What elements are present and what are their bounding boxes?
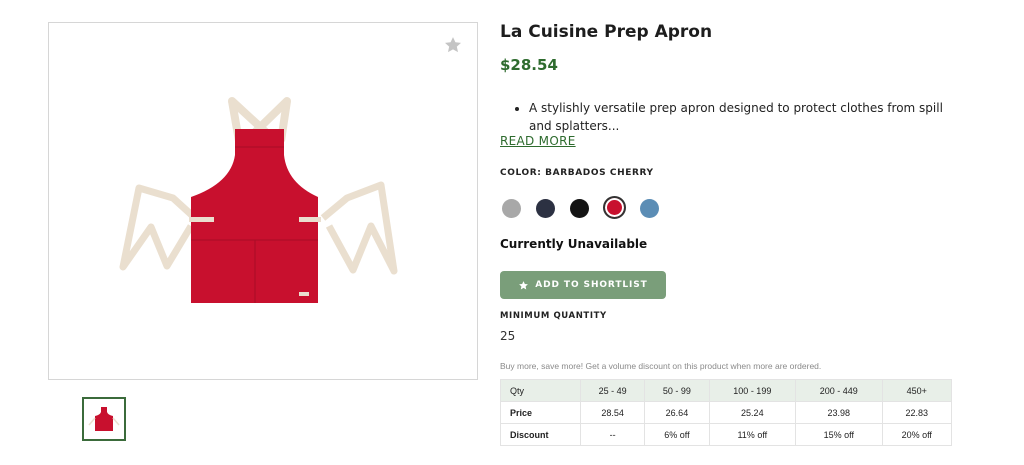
table-cell: 23.98 xyxy=(795,401,883,424)
table-cell: 25.24 xyxy=(708,401,797,424)
color-swatch-list xyxy=(500,196,670,222)
add-to-shortlist-button[interactable]: ADD TO SHORTLIST xyxy=(500,271,666,299)
product-price: $28.54 xyxy=(500,56,558,74)
table-row-discount: Discount -- 6% off 11% off 15% off 20% o… xyxy=(500,423,952,446)
add-to-shortlist-label: ADD TO SHORTLIST xyxy=(535,280,648,290)
product-description: A stylishly versatile prep apron designe… xyxy=(516,99,949,135)
swatch-barbados-cherry[interactable] xyxy=(603,196,626,219)
table-cell: 26.64 xyxy=(644,401,710,424)
table-cell: 28.54 xyxy=(579,401,646,424)
table-cell: 22.83 xyxy=(881,401,952,424)
product-title: La Cuisine Prep Apron xyxy=(500,22,713,42)
table-cell: 6% off xyxy=(644,423,710,446)
description-bullet: A stylishly versatile prep apron designe… xyxy=(529,99,949,135)
table-cell: Discount xyxy=(500,423,581,446)
product-image-gallery xyxy=(48,22,478,380)
table-cell: 450+ xyxy=(881,379,952,402)
table-row-qty: Qty 25 - 49 50 - 99 100 - 199 200 - 449 … xyxy=(500,379,952,402)
table-cell: Price xyxy=(500,401,581,424)
table-row-price: Price 28.54 26.64 25.24 23.98 22.83 xyxy=(500,401,952,424)
swatch-gray[interactable] xyxy=(502,199,521,218)
swatch-black[interactable] xyxy=(570,199,589,218)
apron-thumbnail-image xyxy=(88,407,120,431)
table-cell: 20% off xyxy=(881,423,952,446)
volume-pricing-table: Qty 25 - 49 50 - 99 100 - 199 200 - 449 … xyxy=(500,379,952,446)
table-cell: 200 - 449 xyxy=(795,379,883,402)
table-cell: 25 - 49 xyxy=(579,379,646,402)
favorite-star-button[interactable] xyxy=(443,35,463,55)
table-cell: -- xyxy=(579,423,646,446)
swatch-navy[interactable] xyxy=(536,199,555,218)
minimum-quantity-value: 25 xyxy=(500,329,516,343)
star-icon xyxy=(519,280,529,289)
table-cell: Qty xyxy=(500,379,581,402)
read-more-link[interactable]: READ MORE xyxy=(500,134,576,148)
color-label: COLOR: BARBADOS CHERRY xyxy=(500,168,654,178)
star-icon xyxy=(445,37,461,53)
table-cell: 11% off xyxy=(708,423,797,446)
table-cell: 15% off xyxy=(795,423,883,446)
availability-status: Currently Unavailable xyxy=(500,237,648,251)
apron-product-image xyxy=(119,97,398,303)
swatch-blue[interactable] xyxy=(640,199,659,218)
minimum-quantity-label: MINIMUM QUANTITY xyxy=(500,311,607,321)
thumbnail-apron[interactable] xyxy=(82,397,126,441)
volume-discount-note: Buy more, save more! Get a volume discou… xyxy=(500,361,822,371)
table-cell: 50 - 99 xyxy=(644,379,710,402)
table-cell: 100 - 199 xyxy=(708,379,797,402)
